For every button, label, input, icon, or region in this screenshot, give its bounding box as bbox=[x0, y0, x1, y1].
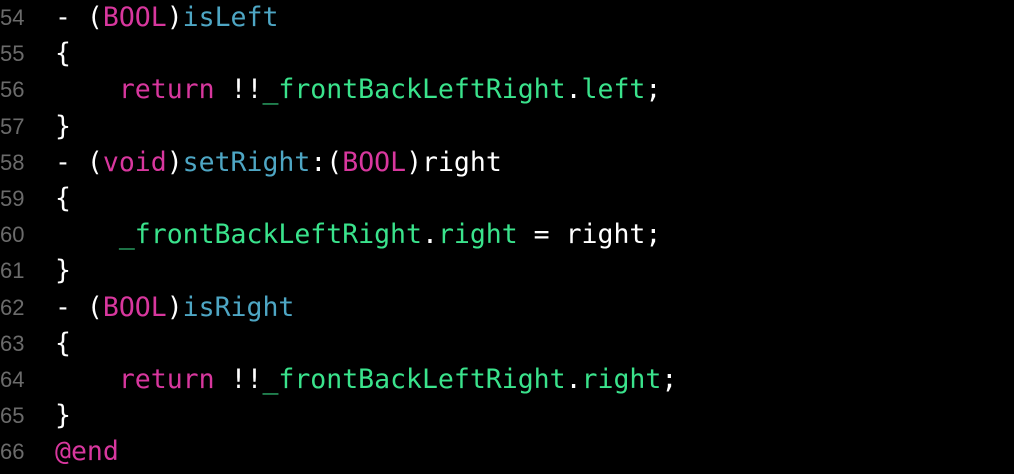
token-plain: = right; bbox=[517, 219, 662, 251]
line-number: 58 bbox=[0, 149, 25, 175]
code-line[interactable]: 66 @end bbox=[0, 434, 1014, 470]
token-plain: } bbox=[55, 400, 71, 432]
token-keyword: @end bbox=[55, 436, 119, 468]
token-plain: :( bbox=[310, 146, 343, 178]
token-plain: - ( bbox=[55, 2, 103, 33]
line-number: 59 bbox=[0, 185, 25, 211]
token-ivar: right bbox=[581, 363, 662, 395]
line-number: 56 bbox=[0, 77, 25, 103]
line-number: 62 bbox=[0, 294, 25, 320]
line-number: 63 bbox=[0, 330, 25, 356]
code-line[interactable]: 64 return !!_frontBackLeftRight.right; bbox=[0, 362, 1014, 398]
code-text: _frontBackLeftRight.right = right; bbox=[55, 217, 661, 253]
code-line[interactable]: 54 - (BOOL)isLeft bbox=[0, 0, 1014, 36]
code-line[interactable]: 65} bbox=[0, 398, 1014, 434]
code-text: return !!_frontBackLeftRight.right; bbox=[55, 362, 677, 398]
token-plain: { bbox=[55, 38, 71, 70]
token-plain: !! bbox=[214, 74, 263, 106]
token-ivar: _frontBackLeftRight bbox=[262, 74, 566, 106]
token-plain: ; bbox=[645, 74, 662, 106]
token-keyword: BOOL bbox=[102, 2, 167, 33]
code-line[interactable]: 56 return !!_frontBackLeftRight.left; bbox=[0, 72, 1014, 108]
code-line[interactable]: 57} bbox=[0, 109, 1014, 145]
code-line[interactable]: 63 { bbox=[0, 326, 1014, 362]
token-method: setRight bbox=[182, 146, 311, 178]
token-plain: } bbox=[55, 110, 71, 142]
code-line[interactable]: 58 - (void)setRight:(BOOL)right bbox=[0, 145, 1014, 181]
line-number: 64 bbox=[0, 366, 25, 392]
code-text: { bbox=[55, 36, 71, 72]
token-method: isLeft bbox=[182, 2, 279, 33]
token-plain: ) bbox=[166, 146, 183, 178]
token-keyword: return bbox=[118, 74, 215, 106]
code-line[interactable]: 55 { bbox=[0, 36, 1014, 72]
line-number: 66 bbox=[0, 439, 25, 465]
token-plain: { bbox=[55, 182, 71, 214]
code-line[interactable]: 60 _frontBackLeftRight.right = right; bbox=[0, 217, 1014, 253]
token-keyword: void bbox=[102, 146, 167, 178]
token-ivar: left bbox=[581, 74, 646, 106]
code-editor[interactable]: 54- (BOOL)isLeft 55{56 return !!_frontBac… bbox=[0, 0, 1014, 470]
code-text: } bbox=[55, 253, 71, 289]
token-plain: ) bbox=[166, 291, 183, 323]
token-plain: . bbox=[565, 74, 582, 106]
token-ivar: _frontBackLeftRight bbox=[262, 363, 566, 395]
token-keyword: BOOL bbox=[342, 146, 407, 178]
token-plain: - ( bbox=[55, 146, 103, 178]
token-method: isRight bbox=[182, 291, 295, 323]
code-text: { bbox=[55, 181, 71, 217]
token-keyword: return bbox=[118, 363, 215, 395]
code-text: - (BOOL)isRight bbox=[55, 290, 294, 326]
code-line[interactable]: 61} bbox=[0, 253, 1014, 289]
token-plain: - ( bbox=[55, 291, 103, 323]
line-number: 60 bbox=[0, 222, 25, 248]
code-text: } bbox=[55, 398, 71, 434]
code-text: { bbox=[55, 326, 71, 362]
line-number: 55 bbox=[0, 41, 25, 67]
code-line[interactable]: 59 { bbox=[0, 181, 1014, 217]
token-keyword: BOOL bbox=[102, 291, 167, 323]
token-plain: !! bbox=[214, 363, 263, 395]
line-number: 54 bbox=[0, 5, 25, 30]
token-plain: )right bbox=[406, 146, 502, 178]
code-text: - (BOOL)isLeft bbox=[55, 0, 278, 36]
code-text: return !!_frontBackLeftRight.left; bbox=[55, 72, 662, 108]
token-ivar: _frontBackLeftRight bbox=[118, 219, 422, 251]
token-ivar: right bbox=[437, 219, 518, 251]
token-plain: } bbox=[55, 255, 71, 287]
code-line[interactable]: 62 - (BOOL)isRight bbox=[0, 290, 1014, 326]
code-text: } bbox=[55, 109, 71, 145]
line-number: 65 bbox=[0, 403, 25, 429]
line-number: 57 bbox=[0, 113, 25, 139]
token-plain: ) bbox=[166, 2, 183, 33]
line-number: 61 bbox=[0, 258, 25, 284]
token-plain: . bbox=[565, 363, 582, 395]
token-plain: . bbox=[421, 219, 438, 251]
token-plain: ; bbox=[661, 363, 678, 395]
code-text: @end bbox=[55, 434, 119, 470]
code-text: - (void)setRight:(BOOL)right bbox=[55, 145, 502, 181]
token-plain: { bbox=[55, 327, 71, 359]
